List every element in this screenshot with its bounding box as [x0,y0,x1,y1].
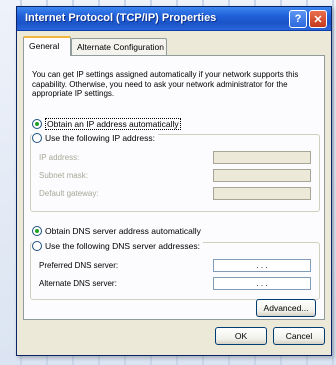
default-gateway-label: Default gateway: [39,189,99,198]
ip-address-input [213,151,311,164]
preferred-dns-value: . . . [256,261,268,270]
radio-unselected-icon[interactable] [32,133,42,143]
close-button[interactable]: ✕ [309,10,327,28]
ok-button[interactable]: OK [215,327,267,345]
use-following-ip-label: Use the following IP address: [45,133,155,143]
ip-address-row: IP address: [39,153,79,162]
subnet-mask-row: Subnet mask: [39,171,88,180]
intro-text: You can get IP settings assigned automat… [32,70,299,98]
close-icon: ✕ [313,13,323,26]
dialog-title: Internet Protocol (TCP/IP) Properties [25,12,217,24]
alternate-dns-input[interactable]: . . . [213,277,311,290]
radio-selected-icon[interactable] [32,226,42,236]
obtain-dns-automatically-label: Obtain DNS server address automatically [45,226,201,236]
obtain-ip-automatically-label: Obtain an IP address automatically [45,118,181,130]
use-following-dns-option[interactable]: Use the following DNS server addresses: [32,241,203,251]
obtain-dns-automatically-option[interactable]: Obtain DNS server address automatically [32,226,201,236]
alternate-dns-value: . . . [256,279,268,288]
cancel-button[interactable]: Cancel [273,327,325,345]
alternate-dns-label: Alternate DNS server: [39,279,117,288]
alternate-dns-row: Alternate DNS server: [39,279,117,288]
title-bar[interactable]: Internet Protocol (TCP/IP) Properties ? … [17,7,331,31]
obtain-ip-automatically-option[interactable]: Obtain an IP address automatically [32,118,181,130]
default-gateway-row: Default gateway: [39,189,99,198]
radio-unselected-icon[interactable] [32,241,42,251]
tcpip-properties-dialog: Internet Protocol (TCP/IP) Properties ? … [16,6,332,356]
subnet-mask-label: Subnet mask: [39,171,88,180]
default-gateway-input [213,187,311,200]
general-tab-panel: You can get IP settings assigned automat… [23,55,325,320]
use-following-dns-label: Use the following DNS server addresses: [45,241,200,251]
use-following-ip-option[interactable]: Use the following IP address: [32,133,158,143]
preferred-dns-row: Preferred DNS server: [39,261,118,270]
help-icon: ? [294,13,302,25]
preferred-dns-label: Preferred DNS server: [39,261,119,270]
tab-general[interactable]: General [23,36,71,56]
ip-address-group: Use the following IP address: IP address… [30,133,320,212]
help-button[interactable]: ? [289,10,307,28]
dns-server-group: Use the following DNS server addresses: … [30,241,320,300]
subnet-mask-input [213,169,311,182]
preferred-dns-input[interactable]: . . . [213,259,311,272]
advanced-button[interactable]: Advanced... [256,299,316,317]
ip-address-label: IP address: [39,153,80,162]
radio-selected-icon[interactable] [32,119,42,129]
tab-alternate-configuration[interactable]: Alternate Configuration [71,38,167,56]
